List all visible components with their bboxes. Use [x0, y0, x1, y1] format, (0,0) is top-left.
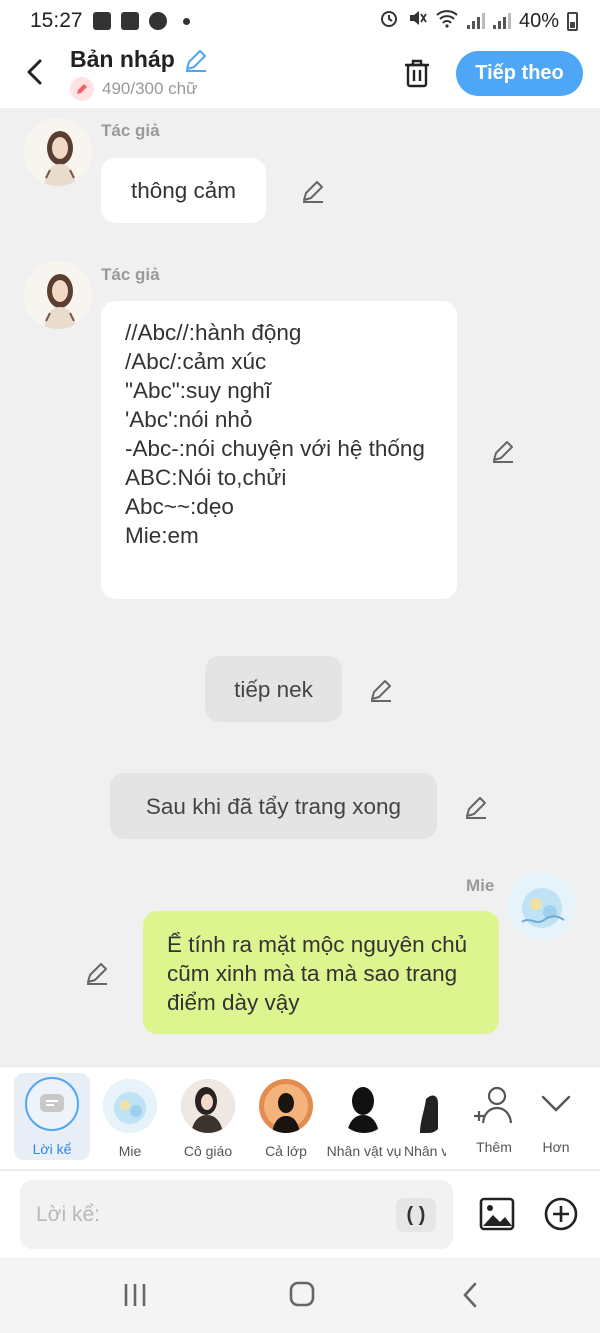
message-text: thông cảm — [130, 178, 237, 203]
back-button[interactable] — [18, 54, 54, 90]
character-minor[interactable]: Nhân vật vụ — [326, 1075, 402, 1159]
signal-icon — [466, 13, 485, 29]
author-avatar[interactable] — [24, 118, 92, 186]
character-avatar — [181, 1079, 235, 1133]
narration-bubble[interactable]: tiếp nek — [205, 656, 342, 722]
edit-title-icon[interactable] — [183, 47, 209, 73]
status-bar: 15:27 40% — [0, 0, 600, 42]
page-title[interactable]: Bản nháp — [70, 46, 209, 73]
insert-image-button[interactable] — [478, 1195, 516, 1233]
image-icon — [479, 1197, 515, 1231]
chat-area[interactable]: Tác giả thông cảm Tác giả //Abc//:hành đ… — [0, 108, 600, 1066]
message-bubble[interactable]: //Abc//:hành động /Abc/:cảm xúc "Abc":su… — [101, 301, 457, 599]
page-title-text: Bản nháp — [70, 46, 175, 72]
narration-bubble[interactable]: Sau khi đã tẩy trang xong — [110, 773, 437, 839]
character-avatar — [103, 1079, 157, 1133]
character-label: Nhân vật vụ — [326, 1143, 402, 1159]
more-characters-button[interactable]: Hơn — [518, 1075, 594, 1155]
character-avatar — [259, 1079, 313, 1133]
message-sender: Mie — [466, 876, 495, 895]
message-bubble[interactable]: thông cảm — [101, 158, 266, 223]
plus-circle-icon — [544, 1197, 578, 1231]
more-notifications-icon — [182, 17, 190, 25]
gallery-notification-icon — [92, 12, 111, 30]
narration-icon — [25, 1077, 79, 1131]
character-teacher[interactable]: Cô giáo — [170, 1075, 246, 1159]
chevron-down-icon — [541, 1095, 571, 1112]
home-icon — [289, 1281, 315, 1307]
system-back-icon — [463, 1282, 477, 1308]
app-notification-icon — [148, 12, 167, 30]
recent-apps-button[interactable] — [118, 1280, 152, 1310]
recent-apps-icon — [124, 1284, 146, 1306]
message-input[interactable] — [20, 1180, 453, 1249]
character-avatar — [337, 1079, 391, 1133]
author-avatar[interactable] — [24, 261, 92, 329]
back-arrow-icon — [27, 59, 42, 85]
battery-percent: 40% — [518, 9, 559, 32]
character-label: Mie — [118, 1143, 142, 1159]
wifi-icon — [435, 8, 459, 34]
edit-message-icon[interactable] — [463, 794, 489, 820]
character-avatar — [412, 1079, 446, 1133]
add-button[interactable] — [543, 1196, 579, 1232]
trash-icon — [405, 59, 429, 88]
parenthesis-button[interactable]: ( ) — [396, 1198, 436, 1232]
status-time: 15:27 — [30, 9, 83, 32]
character-narrator[interactable]: Lời kể — [14, 1073, 90, 1160]
character-count: 490/300 chữ — [102, 79, 198, 98]
character-label: Cô giáo — [183, 1143, 233, 1159]
message-text: tiếp nek — [234, 676, 313, 702]
edit-message-icon[interactable] — [84, 960, 110, 986]
character-label: Cả lớp — [265, 1143, 307, 1159]
message-text: Ể tính ra mặt mộc nguyên chủ cũm xinh mà… — [167, 932, 468, 1015]
signal-2-icon — [492, 13, 511, 29]
message-sender: Tác giả — [101, 121, 160, 140]
message-text: Sau khi đã tẩy trang xong — [145, 793, 402, 819]
battery-icon — [567, 11, 578, 31]
character-label: Lời kể — [32, 1141, 72, 1157]
facebook-notification-icon — [120, 12, 139, 30]
alarm-icon — [379, 8, 399, 34]
delete-button[interactable] — [400, 56, 434, 90]
character-mie[interactable]: Mie — [92, 1075, 168, 1159]
character-message-bubble[interactable]: Ể tính ra mặt mộc nguyên chủ cũm xinh mà… — [143, 911, 499, 1034]
pencil-badge-icon — [70, 77, 94, 101]
mie-avatar[interactable] — [508, 872, 576, 940]
message-text: //Abc//:hành động /Abc/:cảm xúc "Abc":su… — [125, 320, 425, 548]
character-selector: Lời kể Mie Cô giáo Cả lớp Nhân vật vụ Nh… — [0, 1066, 600, 1169]
edit-message-icon[interactable] — [300, 178, 326, 204]
next-button[interactable]: Tiếp theo — [456, 51, 583, 96]
add-user-icon — [474, 1086, 513, 1124]
app-header: Bản nháp 490/300 chữ Tiếp theo — [0, 42, 600, 108]
edit-message-icon[interactable] — [490, 438, 516, 464]
composer: ( ) — [0, 1170, 600, 1258]
mute-icon — [407, 8, 427, 34]
edit-message-icon[interactable] — [368, 677, 394, 703]
character-label: Hơn — [542, 1139, 570, 1155]
character-minor-2[interactable]: Nhân v — [404, 1075, 446, 1159]
character-class[interactable]: Cả lớp — [248, 1075, 324, 1159]
message-sender: Tác giả — [101, 265, 160, 284]
character-label: Nhân v — [404, 1143, 446, 1159]
system-back-button[interactable] — [455, 1280, 489, 1310]
system-nav-bar — [0, 1258, 600, 1333]
home-button[interactable] — [285, 1280, 319, 1310]
